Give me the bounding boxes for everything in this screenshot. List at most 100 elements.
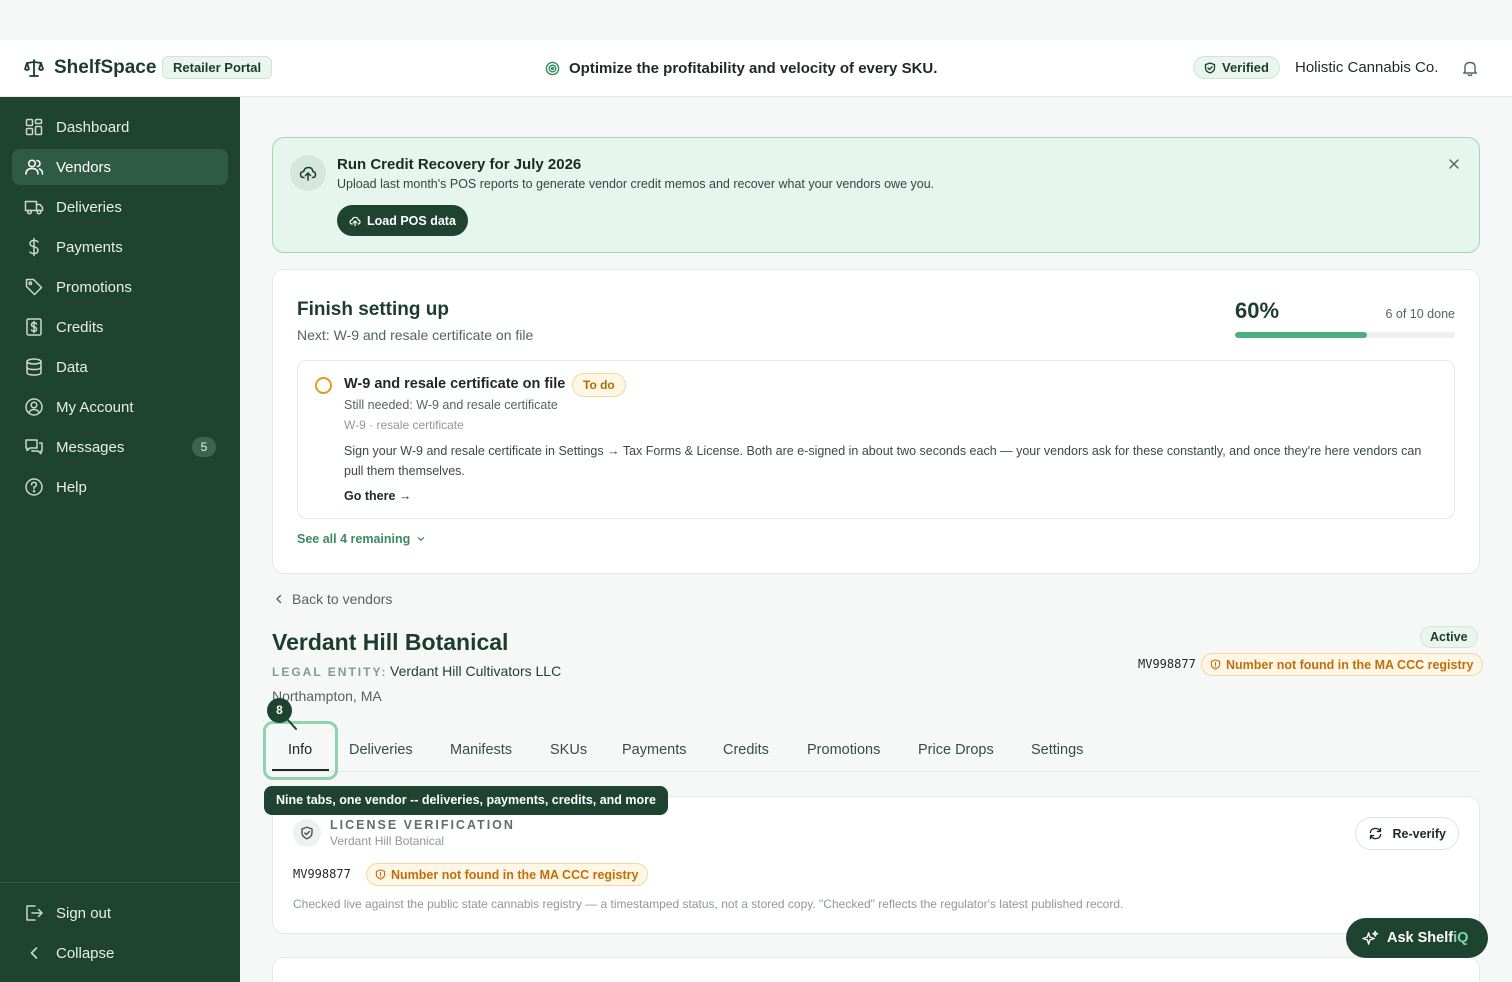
- messages-count-badge: 5: [192, 437, 216, 457]
- chat-icon: [25, 439, 43, 455]
- load-pos-data-label: Load POS data: [367, 213, 456, 228]
- banner-description: Upload last month's POS reports to gener…: [337, 177, 935, 191]
- shield-check-icon: [1204, 61, 1216, 74]
- banner-icon-wrap: [290, 155, 326, 191]
- collapse-button[interactable]: Collapse: [12, 935, 228, 971]
- sidebar-item-label: Vendors: [56, 158, 112, 176]
- go-there-link[interactable]: Go there →: [344, 489, 411, 503]
- chevron-left-icon: [30, 947, 38, 959]
- re-verify-label: Re-verify: [1392, 826, 1447, 841]
- task-docs: W-9 · resale certificate: [344, 418, 464, 432]
- cloud-upload-icon: [349, 216, 361, 226]
- help-icon: [25, 478, 43, 496]
- company-name[interactable]: Holistic Cannabis Co.: [1295, 59, 1438, 76]
- setup-card: Finish setting up Next: W-9 and resale c…: [272, 269, 1480, 574]
- sign-out-icon: [26, 905, 43, 921]
- sidebar-item-credits[interactable]: Credits: [12, 309, 228, 345]
- sidebar-item-label: My Account: [56, 398, 134, 416]
- setup-task: W-9 and resale certificate on file To do…: [297, 360, 1455, 519]
- sidebar-item-help[interactable]: Help: [12, 469, 228, 505]
- sparkle-icon: [1362, 930, 1379, 945]
- vendor-status-badge: Active: [1420, 626, 1478, 648]
- user-circle-icon: [25, 398, 43, 416]
- license-card-note: Checked live against the public state ca…: [293, 897, 1124, 911]
- tab-manifests[interactable]: Manifests: [450, 730, 512, 772]
- chevron-left-icon: [276, 594, 282, 604]
- tab-promotions[interactable]: Promotions: [807, 730, 880, 772]
- sidebar-item-label: Deliveries: [56, 198, 122, 216]
- tab-price-drops[interactable]: Price Drops: [918, 730, 994, 772]
- vendor-license-number: MV998877: [1138, 657, 1196, 671]
- tab-credits[interactable]: Credits: [723, 730, 769, 772]
- tab-payments[interactable]: Payments: [622, 730, 686, 772]
- back-to-vendors-link[interactable]: Back to vendors: [274, 591, 392, 607]
- re-verify-button[interactable]: Re-verify: [1354, 817, 1459, 850]
- banner-title: Run Credit Recovery for July 2026: [337, 156, 582, 173]
- tab-settings[interactable]: Settings: [1031, 730, 1083, 772]
- sidebar-divider: [0, 882, 240, 883]
- shield-alert-icon: [375, 869, 386, 880]
- sidebar-item-promotions[interactable]: Promotions: [12, 269, 228, 305]
- tag-icon: [25, 278, 43, 296]
- verified-badge: Verified: [1193, 56, 1280, 79]
- back-to-vendors-label: Back to vendors: [292, 591, 393, 607]
- setup-title: Finish setting up: [297, 299, 449, 320]
- sidebar-item-label: Messages: [56, 438, 125, 456]
- tagline-text: Optimize the profitability and velocity …: [569, 59, 938, 77]
- setup-next-step: Next: W-9 and resale certificate on file: [297, 327, 534, 343]
- sidebar-item-deliveries[interactable]: Deliveries: [12, 189, 228, 225]
- task-title: W-9 and resale certificate on file: [344, 376, 566, 392]
- sidebar-item-label: Promotions: [56, 278, 132, 296]
- scale-logo-icon: [24, 59, 44, 77]
- sidebar-item-label: Dashboard: [56, 118, 130, 136]
- shield-check-icon: [301, 826, 313, 840]
- browser-top-strip: [0, 0, 1512, 40]
- sidebar-item-label: Data: [56, 358, 88, 376]
- license-icon-wrap: [293, 819, 321, 847]
- task-status-circle[interactable]: [315, 377, 332, 394]
- license-warning-badge: Number not found in the MA CCC registry: [1201, 653, 1484, 676]
- sidebar-item-data[interactable]: Data: [12, 349, 228, 385]
- close-icon[interactable]: [1447, 157, 1461, 171]
- license-card-warning-label: Number not found in the MA CCC registry: [391, 867, 639, 882]
- license-verification-card: LICENSE VERIFICATION Verdant Hill Botani…: [272, 796, 1480, 934]
- cloud-upload-icon: [299, 166, 317, 181]
- tab-deliveries[interactable]: Deliveries: [349, 730, 413, 772]
- ask-shelfiq-button[interactable]: Ask ShelfiQ: [1346, 918, 1488, 958]
- setup-done-count: 6 of 10 done: [1385, 307, 1455, 321]
- users-icon: [25, 159, 44, 175]
- shield-alert-icon: [1210, 659, 1221, 670]
- see-all-remaining-link[interactable]: See all 4 remaining: [297, 532, 426, 546]
- tour-step-number: 8: [267, 698, 292, 723]
- database-icon: [26, 358, 42, 376]
- sign-out-button[interactable]: Sign out: [12, 895, 228, 931]
- credit-recovery-banner: Run Credit Recovery for July 2026 Upload…: [272, 137, 1480, 253]
- tagline: Optimize the profitability and velocity …: [545, 58, 937, 78]
- tab-skus[interactable]: SKUs: [550, 730, 587, 772]
- ask-label-main: Ask Shelf: [1387, 930, 1454, 946]
- ask-shelfiq-label: Ask ShelfiQ: [1387, 930, 1468, 946]
- sidebar-item-vendors[interactable]: Vendors: [12, 149, 228, 185]
- sidebar-item-label: Help: [56, 478, 87, 496]
- load-pos-data-button[interactable]: Load POS data: [337, 205, 468, 236]
- setup-progress-fill: [1235, 332, 1367, 338]
- sidebar-item-label: Payments: [56, 238, 123, 256]
- license-card-title: LICENSE VERIFICATION: [330, 818, 515, 832]
- see-all-label: See all 4 remaining: [297, 532, 411, 546]
- sidebar-item-payments[interactable]: Payments: [12, 229, 228, 265]
- tour-highlight-ring: [263, 721, 338, 780]
- sidebar-item-dashboard[interactable]: Dashboard: [12, 109, 228, 145]
- license-warning-label: Number not found in the MA CCC registry: [1226, 657, 1474, 672]
- target-icon: [545, 61, 560, 75]
- collapse-label: Collapse: [56, 944, 115, 962]
- bell-icon[interactable]: [1461, 59, 1479, 77]
- verified-label: Verified: [1222, 60, 1269, 75]
- sidebar-item-my-account[interactable]: My Account: [12, 389, 228, 425]
- portal-badge: Retailer Portal: [162, 56, 273, 79]
- setup-progress-bar: [1235, 332, 1455, 338]
- vendor-tabs: Info Deliveries Manifests SKUs Payments …: [272, 730, 1480, 772]
- sidebar-item-messages[interactable]: Messages 5: [12, 429, 228, 465]
- app-logo-text[interactable]: ShelfSpace: [54, 57, 156, 79]
- legal-entity-value: Verdant Hill Cultivators LLC: [390, 663, 562, 679]
- vendor-name: Verdant Hill Botanical: [272, 629, 509, 655]
